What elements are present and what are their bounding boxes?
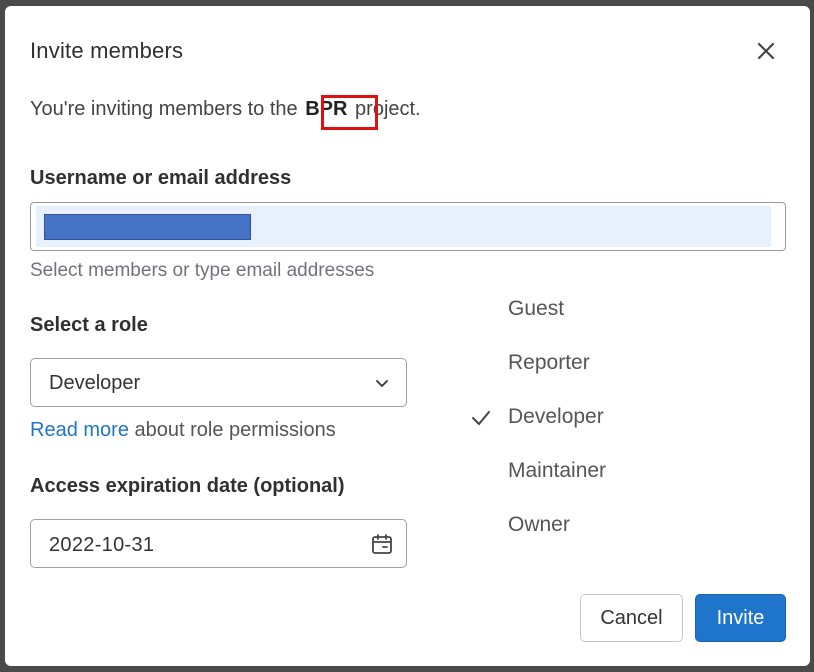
expiration-date-input[interactable]: 2022-10-31: [30, 519, 407, 568]
username-input[interactable]: [30, 202, 786, 251]
close-icon: [757, 42, 775, 60]
close-button[interactable]: [751, 36, 781, 66]
read-more-link[interactable]: Read more: [30, 419, 129, 441]
intro-suffix: project.: [355, 98, 421, 120]
check-icon: [472, 411, 490, 425]
role-option-maintainer[interactable]: Maintainer: [465, 450, 705, 490]
intro-prefix: You're inviting members to the: [30, 98, 298, 120]
cancel-button[interactable]: Cancel: [580, 594, 683, 642]
role-option-owner[interactable]: Owner: [465, 504, 705, 544]
expiration-label: Access expiration date (optional): [30, 475, 345, 497]
chevron-down-icon: [376, 380, 388, 387]
calendar-icon[interactable]: [370, 532, 394, 556]
username-label: Username or email address: [30, 167, 292, 189]
role-option-label: Reporter: [508, 351, 590, 374]
role-select[interactable]: Developer: [30, 358, 407, 407]
project-name: BPR: [305, 98, 348, 120]
role-option-label: Developer: [508, 405, 604, 428]
username-helper-text: Select members or type email addresses: [30, 260, 375, 281]
read-more-suffix: about role permissions: [134, 419, 336, 441]
role-select-value: Developer: [49, 372, 141, 394]
role-permissions-text: Read more about role permissions: [30, 419, 336, 442]
invite-members-modal: Invite members You're inviting members t…: [5, 6, 810, 666]
role-option-label: Owner: [508, 513, 570, 536]
role-option-label: Maintainer: [508, 459, 607, 482]
modal-title: Invite members: [30, 38, 184, 63]
expiration-date-value: 2022-10-31: [49, 534, 155, 556]
role-option-reporter[interactable]: Reporter: [465, 342, 705, 382]
role-label: Select a role: [30, 314, 148, 336]
role-option-developer[interactable]: Developer: [465, 396, 705, 436]
role-option-guest[interactable]: Guest: [465, 288, 705, 328]
invite-button[interactable]: Invite: [695, 594, 786, 642]
role-option-label: Guest: [508, 297, 565, 320]
redacted-token: [44, 214, 251, 240]
intro-text: You're inviting members to the BPR proje…: [30, 98, 421, 121]
